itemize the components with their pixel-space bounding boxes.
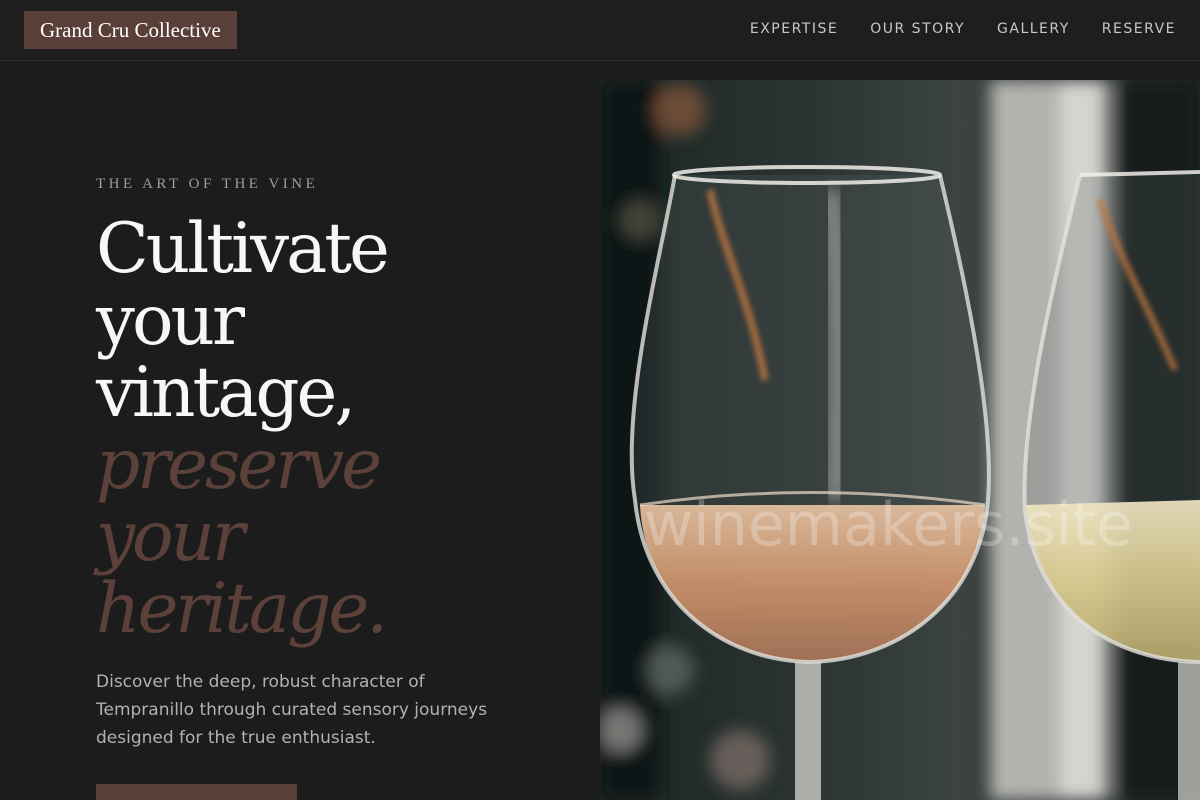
hero-description: Discover the deep, robust character of T…	[96, 672, 488, 748]
headline-line-5: your	[96, 497, 245, 577]
nav-item-expertise: EXPERTISE	[750, 20, 838, 38]
hero-copy: THE ART OF THE VINE Cultivate your vinta…	[96, 176, 556, 752]
nav-link-reserve[interactable]: RESERVE	[1102, 21, 1176, 37]
headline-line-1: Cultivate	[96, 209, 390, 289]
hero-image-wine-glasses: winemakers.site	[600, 80, 1200, 800]
headline-line-2: your	[96, 281, 245, 361]
nav-item-gallery: GALLERY	[997, 20, 1070, 38]
nav-link-our-story[interactable]: OUR STORY	[870, 21, 965, 37]
nav-link-gallery[interactable]: GALLERY	[997, 21, 1070, 37]
headline-line-6: heritage.	[96, 569, 388, 649]
nav-link-expertise[interactable]: EXPERTISE	[750, 21, 838, 37]
headline-line-3: vintage,	[96, 353, 356, 433]
top-navbar: Grand Cru Collective EXPERTISE OUR STORY…	[0, 0, 1200, 61]
image-watermark: winemakers.site	[644, 490, 1133, 560]
headline-line-4: preserve	[96, 425, 382, 505]
nav-links: EXPERTISE OUR STORY GALLERY RESERVE	[750, 0, 1176, 58]
brand-logo[interactable]: Grand Cru Collective	[24, 11, 237, 49]
hero-cta-button[interactable]	[96, 784, 297, 800]
nav-item-our-story: OUR STORY	[870, 20, 965, 38]
nav-item-reserve: RESERVE	[1102, 20, 1176, 38]
wine-glasses-illustration	[600, 80, 1200, 800]
hero-headline: Cultivate your vintage, preserve your he…	[96, 213, 556, 645]
hero-eyebrow: THE ART OF THE VINE	[96, 176, 319, 192]
